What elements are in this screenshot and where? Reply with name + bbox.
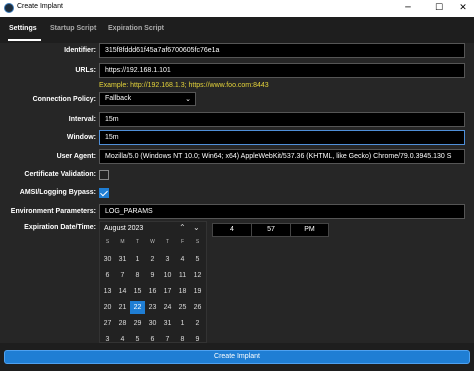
weekday-header: S (195, 239, 200, 245)
calendar-day[interactable]: 4 (175, 253, 190, 266)
calendar-day[interactable]: 12 (190, 269, 205, 282)
urls-input[interactable]: https://192.168.1.101 (99, 63, 465, 78)
calendar-day[interactable]: 8 (175, 333, 190, 346)
calendar-day[interactable]: 2 (145, 253, 160, 266)
weekday-header: T (135, 239, 140, 245)
tab-expiration-script[interactable]: Expiration Script (108, 25, 164, 32)
urls-label: URLs: (75, 67, 96, 74)
title-bar: Create Implant ─ ☐ ✕ (0, 0, 474, 17)
tab-bar: Settings Startup Script Expiration Scrip… (0, 17, 474, 43)
calendar-day[interactable]: 19 (190, 285, 205, 298)
date-picker: August 2023 ⌃ ⌄ S M T W T F S 30 31 1 2 3 4 5 6 7 8 9 10 11… (99, 221, 207, 343)
identifier-input[interactable]: 315f8fddd61f45a7af6700605fc76e1a (99, 43, 465, 58)
calendar-day[interactable]: 24 (160, 301, 175, 314)
calendar-day[interactable]: 23 (145, 301, 160, 314)
calendar-day[interactable]: 28 (115, 317, 130, 330)
create-implant-button[interactable]: Create Implant (4, 350, 470, 364)
tab-startup-script[interactable]: Startup Script (50, 25, 96, 32)
connection-policy-value: Fallback (105, 95, 132, 102)
weekday-header: T (165, 239, 170, 245)
calendar-day[interactable]: 3 (160, 253, 175, 266)
calendar-day[interactable]: 7 (160, 333, 175, 346)
calendar-day[interactable]: 5 (190, 253, 205, 266)
tab-settings[interactable]: Settings (9, 25, 37, 32)
calendar-day[interactable]: 31 (115, 253, 130, 266)
calendar-day[interactable]: 4 (115, 333, 130, 346)
weekday-header: M (120, 239, 125, 245)
calendar-day[interactable]: 21 (115, 301, 130, 314)
calendar-day[interactable]: 15 (130, 285, 145, 298)
calendar-day[interactable]: 30 (145, 317, 160, 330)
calendar-day[interactable]: 29 (130, 317, 145, 330)
environment-parameters-label: Environment Parameters: (10, 208, 96, 215)
weekday-header: W (150, 239, 155, 245)
active-tab-indicator (8, 39, 41, 41)
calendar-day[interactable]: 27 (100, 317, 115, 330)
minute-field[interactable]: 57 (251, 223, 291, 237)
calendar-day[interactable]: 14 (115, 285, 130, 298)
calendar-day[interactable]: 10 (160, 269, 175, 282)
connection-policy-label: Connection Policy: (32, 96, 96, 103)
calendar-day[interactable]: 13 (100, 285, 115, 298)
window-label: Window: (66, 134, 96, 141)
ampm-field[interactable]: PM (290, 223, 329, 237)
calendar-day[interactable]: 8 (130, 269, 145, 282)
calendar-day[interactable]: 2 (190, 317, 205, 330)
window-title: Create Implant (17, 3, 63, 10)
calendar-day[interactable]: 30 (100, 253, 115, 266)
calendar-day[interactable]: 26 (190, 301, 205, 314)
weekday-header: S (105, 239, 110, 245)
calendar-day[interactable]: 9 (190, 333, 205, 346)
window-input[interactable]: 15m (99, 130, 465, 145)
calendar-day[interactable]: 16 (145, 285, 160, 298)
interval-input[interactable]: 15m (99, 112, 465, 127)
chevron-down-icon[interactable]: ⌄ (193, 223, 200, 232)
calendar-day[interactable]: 22 (130, 301, 145, 314)
close-button[interactable]: ✕ (450, 0, 474, 17)
minimize-button[interactable]: ─ (395, 0, 421, 17)
calendar-day[interactable]: 11 (175, 269, 190, 282)
expiration-label: Expiration Date/Time: (24, 224, 96, 231)
calendar-day[interactable]: 1 (175, 317, 190, 330)
calendar-day[interactable]: 7 (115, 269, 130, 282)
hour-field[interactable]: 4 (212, 223, 252, 237)
weekday-header: F (180, 239, 185, 245)
calendar-day[interactable]: 1 (130, 253, 145, 266)
urls-hint: Example: http://192.168.1.3; https://www… (99, 82, 269, 89)
environment-parameters-input[interactable]: LOG_PARAMS (99, 204, 465, 219)
calendar-day[interactable]: 3 (100, 333, 115, 346)
amsi-bypass-label: AMSI/Logging Bypass: (19, 189, 96, 196)
calendar-day[interactable]: 25 (175, 301, 190, 314)
app-icon (4, 3, 14, 13)
calendar-day[interactable]: 18 (175, 285, 190, 298)
user-agent-label: User Agent: (56, 153, 96, 160)
chevron-down-icon: ⌄ (185, 95, 191, 103)
maximize-button[interactable]: ☐ (426, 0, 452, 17)
calendar-day[interactable]: 17 (160, 285, 175, 298)
calendar-day[interactable]: 20 (100, 301, 115, 314)
calendar-day[interactable]: 5 (130, 333, 145, 346)
certificate-validation-checkbox[interactable] (99, 170, 109, 180)
certificate-validation-label: Certificate Validation: (24, 171, 96, 178)
user-agent-input[interactable]: Mozilla/5.0 (Windows NT 10.0; Win64; x64… (99, 149, 465, 164)
calendar-day[interactable]: 31 (160, 317, 175, 330)
calendar-day[interactable]: 9 (145, 269, 160, 282)
calendar-day[interactable]: 6 (100, 269, 115, 282)
calendar-day[interactable]: 6 (145, 333, 160, 346)
amsi-bypass-checkbox[interactable] (99, 188, 109, 198)
chevron-up-icon[interactable]: ⌃ (179, 223, 186, 232)
connection-policy-select[interactable]: Fallback ⌄ (99, 92, 196, 106)
calendar-month-label: August 2023 (104, 225, 144, 232)
interval-label: Interval: (68, 116, 96, 123)
identifier-label: Identifier: (64, 47, 96, 54)
